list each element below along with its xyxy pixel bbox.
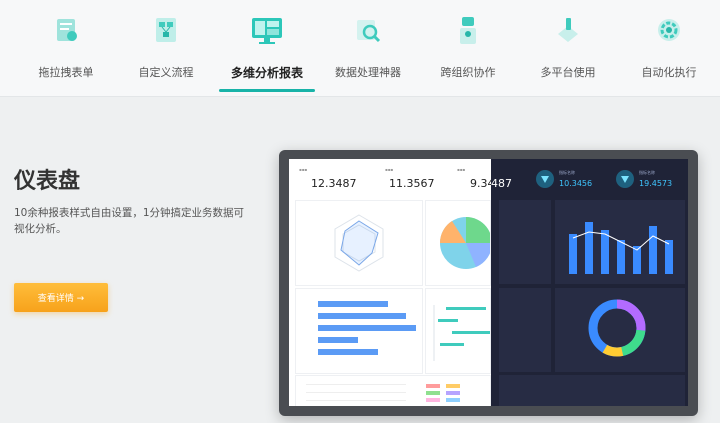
tab-report-analysis[interactable]: 多维分析报表 [217,0,317,96]
dark-metric-value: 10.3456 [559,179,593,188]
form-drag-icon [48,12,84,48]
timeline-chart-panel [425,288,491,374]
dark-metric-value: 19.4573 [639,179,673,188]
metric-label: 指标名称 [639,170,655,175]
active-tab-indicator [219,89,315,92]
dark-panel [499,200,551,284]
tab-form-drag[interactable]: 拖拉拽表单 [16,0,116,96]
tab-automation[interactable]: 自动化执行 [619,0,719,96]
section-description: 10余种报表样式自由设置，1分钟搞定业务数据可视化分析。 [14,207,245,235]
metric-value: 12.3487 [311,177,357,190]
automation-icon [651,12,687,48]
data-process-icon [350,12,386,48]
radar-chart-panel [295,200,423,286]
workflow-icon [148,12,184,48]
shield-icon [616,170,634,188]
dark-column-chart-panel [555,200,685,284]
radar-chart [334,214,384,272]
pie-chart-panel [425,200,491,286]
shield-icon [536,170,554,188]
timeline-chart [433,305,490,361]
tab-data-process[interactable]: 数据处理神器 [318,0,418,96]
table-panel [295,375,491,406]
dashboard-preview-screen: ▪▪▪ ▪▪▪ ▪▪▪ 12.3487 11.3567 9.3 487 指标名称… [289,159,688,406]
tab-label: 多平台使用 [540,66,596,79]
tab-label: 多维分析报表 [230,66,303,80]
horizontal-bar-chart [318,301,416,355]
view-details-button[interactable]: 查看详情 → [14,283,108,312]
pie-chart [439,217,491,269]
feature-tab-bar: 拖拉拽表单 自定义流程 多维分析报表 数据处理神器 跨组织协作 多平台使用 自动… [0,0,720,97]
metric-value: 9.34 [470,177,491,190]
tab-label: 数据处理神器 [335,66,401,79]
tab-label: 自动化执行 [641,66,697,79]
section-title: 仪表盘 [14,169,81,194]
metric-label: 指标名称 [559,170,575,175]
dark-panel [499,288,551,372]
dark-panel [499,375,685,406]
dark-donut-chart-panel [555,288,685,372]
tab-label: 自定义流程 [138,66,194,79]
tab-multi-platform[interactable]: 多平台使用 [518,0,618,96]
tab-label: 拖拉拽表单 [38,66,94,79]
tab-workflow[interactable]: 自定义流程 [116,0,216,96]
bar-chart-panel [295,288,423,374]
dashboard-preview-frame: ▪▪▪ ▪▪▪ ▪▪▪ 12.3487 11.3567 9.3 487 指标名称… [279,150,698,416]
donut-chart [588,299,646,357]
metric-value: 11.3567 [389,177,435,190]
dashboard-light-theme: ▪▪▪ ▪▪▪ ▪▪▪ 12.3487 11.3567 9.34 [289,159,491,406]
tab-label: 跨组织协作 [440,66,496,79]
report-analysis-icon [249,12,285,48]
column-chart [569,222,673,274]
collaboration-icon [450,12,486,48]
metric-value-tail: 487 [491,177,512,190]
tab-collaboration[interactable]: 跨组织协作 [418,0,518,96]
multi-platform-icon [550,12,586,48]
dashboard-dark-theme: 487 指标名称 指标名称 10.3456 19.4573 [491,159,688,406]
